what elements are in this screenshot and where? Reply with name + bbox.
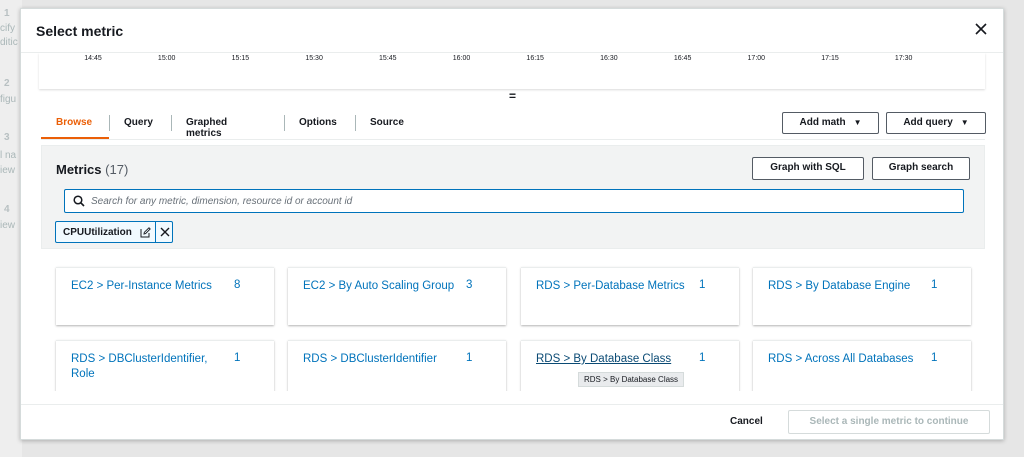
namespace-count: 1 [699,279,706,291]
tabs-divider [41,139,985,140]
tab-source[interactable]: Source [370,109,404,137]
namespace-link[interactable]: EC2 > By Auto Scaling Group [303,279,473,294]
background-step-text: iew [0,220,16,231]
namespace-card[interactable]: RDS > Per-Database Metrics 1 [521,267,739,325]
metric-search-field[interactable] [64,189,964,213]
time-axis-tick: 16:15 [526,55,544,62]
namespace-count: 8 [234,279,241,291]
tab-divider [171,115,172,131]
namespace-link[interactable]: RDS > By Database Class [536,352,686,367]
time-axis-tick: 15:45 [379,55,397,62]
namespace-card[interactable]: RDS > Across All Databases 1 [753,340,971,391]
graph-search-button[interactable]: Graph search [872,157,970,180]
graph-with-sql-button[interactable]: Graph with SQL [752,157,864,180]
background-step: 3 [4,132,10,143]
namespace-count: 3 [466,279,473,291]
background-step: 2 [4,78,10,89]
continue-button[interactable]: Select a single metric to continue [788,410,990,434]
tab-browse[interactable]: Browse [56,109,92,137]
namespace-card[interactable]: RDS > DBClusterIdentifier 1 [288,340,506,391]
background-wizard-steps: 1 cify ditic 2 figu 3 l na iew 4 iew [0,0,22,457]
namespace-link[interactable]: RDS > Across All Databases [768,352,928,367]
tab-options[interactable]: Options [299,109,337,137]
time-axis-tick: 16:30 [600,55,618,62]
tab-query[interactable]: Query [124,109,153,137]
namespace-link[interactable]: RDS > By Database Engine [768,279,928,294]
namespace-tooltip: RDS > By Database Class [578,372,685,387]
time-axis-tick: 17:15 [821,55,839,62]
time-axis-tick: 15:00 [157,55,176,62]
metric-search-input[interactable] [91,193,951,209]
namespace-link[interactable]: RDS > DBClusterIdentifier [303,352,453,367]
namespace-count: 1 [466,352,473,364]
time-axis-tick: 16:00 [452,55,471,62]
tab-divider [109,115,110,131]
add-math-label: Add math [799,117,846,128]
namespace-card[interactable]: RDS > By Database Engine 1 [753,267,971,325]
namespace-card[interactable]: RDS > DBClusterIdentifier, Role 1 [56,340,274,391]
search-icon [73,195,85,207]
tab-divider [355,115,356,131]
background-step-text: l na [0,150,17,161]
graph-resize-handle[interactable]: = [509,89,516,103]
namespace-count: 1 [931,279,938,291]
add-query-label: Add query [903,117,953,128]
time-axis-tick: 14:45 [84,55,102,62]
namespace-link[interactable]: EC2 > Per-Instance Metrics [71,279,221,294]
cancel-button[interactable]: Cancel [730,416,763,427]
select-metric-modal: Select metric 14:45 15:00 15:15 15:30 15:45 1… [20,8,1004,440]
add-math-button[interactable]: Add math ▼ [782,112,879,134]
metric-graph: 14:45 15:00 15:15 15:30 15:45 16:00 16:15 16:30… [39,53,985,89]
namespace-card[interactable]: EC2 > By Auto Scaling Group 3 [288,267,506,325]
namespace-count: 1 [234,352,241,364]
caret-down-icon: ▼ [960,118,969,127]
namespace-link[interactable]: RDS > DBClusterIdentifier, Role [71,352,221,382]
background-step: 4 [4,204,10,215]
time-axis-tick: 17:30 [894,55,913,62]
metrics-heading: Metrics (17) [56,162,128,177]
filter-token[interactable]: CPUUtilization [55,221,173,243]
modal-footer: Cancel Select a single metric to continu… [21,404,1003,439]
tab-divider [284,115,285,131]
namespace-link[interactable]: RDS > Per-Database Metrics [536,279,701,294]
remove-filter-icon[interactable] [159,226,171,238]
background-step-text: ditic [0,37,18,48]
edit-icon[interactable] [140,227,151,238]
metrics-count: (17) [105,162,129,177]
namespace-count: 1 [931,352,938,364]
modal-header: Select metric [21,9,1003,53]
caret-down-icon: ▼ [853,118,862,127]
close-button[interactable] [973,21,989,37]
background-step-text: iew [0,165,16,176]
time-axis-tick: 15:30 [305,55,323,62]
namespace-grid: EC2 > Per-Instance Metrics 8 EC2 > By Au… [41,257,985,391]
time-axis-tick: 15:15 [231,55,250,62]
background-step-text: cify [0,23,15,34]
background-step-text: figu [0,94,17,105]
tab-graphed-metrics[interactable]: Graphed metrics [186,109,227,139]
filter-token-label: CPUUtilization [63,227,132,238]
add-query-button[interactable]: Add query ▼ [886,112,986,134]
modal-title: Select metric [36,23,124,39]
metrics-title: Metrics [56,162,102,177]
background-step: 1 [4,8,10,19]
namespace-card[interactable]: EC2 > Per-Instance Metrics 8 [56,267,274,325]
close-icon [975,23,987,35]
metrics-panel: Metrics (17) Graph with SQL Graph search… [41,145,985,249]
token-divider [155,222,156,242]
time-axis-tick: 17:00 [747,55,766,62]
time-axis-tick: 16:45 [673,55,692,62]
namespace-count: 1 [699,352,706,364]
